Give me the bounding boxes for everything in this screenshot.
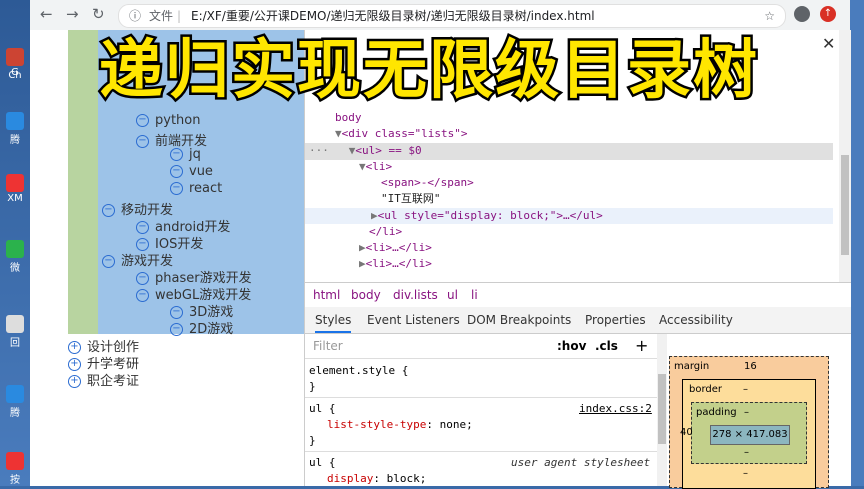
- rule-close: }: [309, 434, 316, 447]
- tab-styles[interactable]: Styles: [315, 307, 352, 333]
- tab-event-listeners[interactable]: Event Listeners: [367, 307, 460, 333]
- separator: |: [177, 9, 182, 23]
- tree-node-label: react: [189, 181, 223, 196]
- border-value[interactable]: –: [743, 384, 748, 395]
- dom-node[interactable]: ▼<li>: [359, 159, 392, 175]
- desktop-icon[interactable]: 腾: [4, 112, 26, 146]
- tree-node[interactable]: − react: [170, 181, 222, 196]
- collapse-icon[interactable]: −: [102, 204, 115, 217]
- border-box: border – padding – 40 278 × 417.083 – –: [680, 379, 816, 489]
- dom-node[interactable]: ▶<ul style="display: block;">…</ul>: [371, 208, 603, 224]
- breadcrumb-item[interactable]: html: [313, 283, 340, 307]
- back-icon[interactable]: ←: [40, 5, 53, 23]
- padding-box: padding – 40 278 × 417.083 –: [680, 402, 807, 464]
- rule-source: user agent stylesheet: [511, 456, 651, 469]
- rule-declaration[interactable]: display: block;: [327, 471, 426, 487]
- rule-source-link[interactable]: index.css:2: [579, 401, 652, 417]
- dom-node-selected[interactable]: ··· ▼<ul> == $0: [309, 143, 422, 159]
- collapse-icon[interactable]: −: [170, 182, 183, 195]
- filter-input[interactable]: Filter: [313, 334, 343, 358]
- rule-selector[interactable]: element.style {: [309, 363, 408, 379]
- dom-node[interactable]: ▶<li>…</li>: [359, 256, 432, 272]
- address-bar[interactable]: ⓘ 文件 | E:/XF/重要/公开课DEMO/递归无限级目录树/递归无限级目录…: [118, 4, 786, 28]
- collapse-icon[interactable]: −: [170, 323, 183, 336]
- tree-node-label: jq: [189, 147, 201, 162]
- dom-node[interactable]: </li>: [369, 224, 402, 240]
- elements-scroll-thumb[interactable]: [841, 155, 849, 255]
- collapse-icon[interactable]: −: [170, 165, 183, 178]
- video-title-banner: 递归实现无限级目录树: [97, 32, 760, 111]
- dom-node[interactable]: ▶<li>…</li>: [359, 240, 432, 256]
- rule-selector[interactable]: ul {: [309, 455, 336, 471]
- desktop-icon[interactable]: 腾: [4, 385, 26, 419]
- breadcrumb-item[interactable]: body: [351, 283, 381, 307]
- cls-toggle[interactable]: .cls: [595, 334, 618, 358]
- tree-node[interactable]: − jq: [170, 147, 201, 162]
- bookmark-star-icon[interactable]: ☆: [764, 5, 775, 27]
- border-label: border: [689, 384, 723, 395]
- file-label: 文件: [149, 9, 174, 23]
- tree-node[interactable]: −2D游戏: [170, 318, 233, 337]
- padding-left-value[interactable]: 40: [680, 427, 693, 438]
- styles-scroll-thumb[interactable]: [658, 374, 666, 444]
- padding-bottom-value[interactable]: –: [744, 447, 749, 458]
- info-icon[interactable]: ⓘ: [129, 5, 141, 27]
- desktop-right: [850, 0, 864, 486]
- border-bottom-value[interactable]: –: [743, 468, 748, 479]
- dom-node[interactable]: "IT互联网": [381, 191, 441, 207]
- box-model-diagram: margin 16 border – padding – 40 278 × 41…: [669, 356, 829, 489]
- hov-toggle[interactable]: :hov: [557, 334, 586, 358]
- tree-node[interactable]: − vue: [170, 164, 213, 179]
- url-text[interactable]: E:/XF/重要/公开课DEMO/递归无限级目录树/递归无限级目录树/index…: [191, 5, 595, 27]
- update-icon[interactable]: ↑: [820, 6, 836, 22]
- content-box[interactable]: 278 × 417.083: [710, 425, 790, 445]
- padding-label: padding: [696, 407, 737, 418]
- collapse-icon[interactable]: −: [170, 148, 183, 161]
- tree-node-label: vue: [189, 164, 213, 179]
- rule-declaration[interactable]: list-style-type: none;: [327, 417, 473, 433]
- breadcrumb-item[interactable]: li: [471, 283, 478, 307]
- collapse-icon[interactable]: −: [102, 255, 115, 268]
- collapse-icon[interactable]: −: [136, 289, 149, 302]
- desktop-icon[interactable]: 按: [4, 452, 26, 486]
- rule-selector[interactable]: ul {: [309, 401, 336, 417]
- tab-properties[interactable]: Properties: [585, 307, 646, 333]
- margin-label: margin: [674, 361, 710, 372]
- margin-value[interactable]: 16: [744, 361, 757, 372]
- collapse-icon[interactable]: −: [136, 135, 149, 148]
- new-rule-button[interactable]: +: [635, 334, 648, 358]
- forward-icon[interactable]: →: [66, 5, 79, 23]
- devtools-subtabs: Styles Event Listeners DOM Breakpoints P…: [305, 307, 851, 334]
- tree-node-label: 职企考证: [87, 374, 140, 389]
- rule-close: }: [309, 380, 316, 393]
- dom-node[interactable]: <span>-</span>: [381, 175, 474, 191]
- breadcrumb: html body div.lists ul li: [305, 282, 851, 308]
- profile-avatar[interactable]: [794, 6, 810, 22]
- dom-node[interactable]: ▼<div class="lists">: [335, 126, 467, 142]
- tab-accessibility[interactable]: Accessibility: [659, 307, 733, 333]
- styles-rules: element.style { } ul { index.css:2 list-…: [305, 359, 657, 486]
- desktop-icon[interactable]: XM: [4, 174, 26, 204]
- breadcrumb-item[interactable]: ul: [447, 283, 458, 307]
- desktop-icon[interactable]: 回: [4, 315, 26, 349]
- padding-value[interactable]: –: [744, 407, 749, 418]
- tree-node[interactable]: + 职企考证: [68, 370, 139, 389]
- reload-icon[interactable]: ↻: [92, 5, 105, 23]
- tree-node-label: 2D游戏: [189, 322, 234, 337]
- tab-dom-breakpoints[interactable]: DOM Breakpoints: [467, 307, 571, 333]
- styles-filter-bar: Filter :hov .cls +: [305, 334, 661, 359]
- expand-icon[interactable]: +: [68, 375, 81, 388]
- desktop-icon[interactable]: 微: [4, 240, 26, 274]
- breadcrumb-item[interactable]: div.lists: [393, 283, 438, 307]
